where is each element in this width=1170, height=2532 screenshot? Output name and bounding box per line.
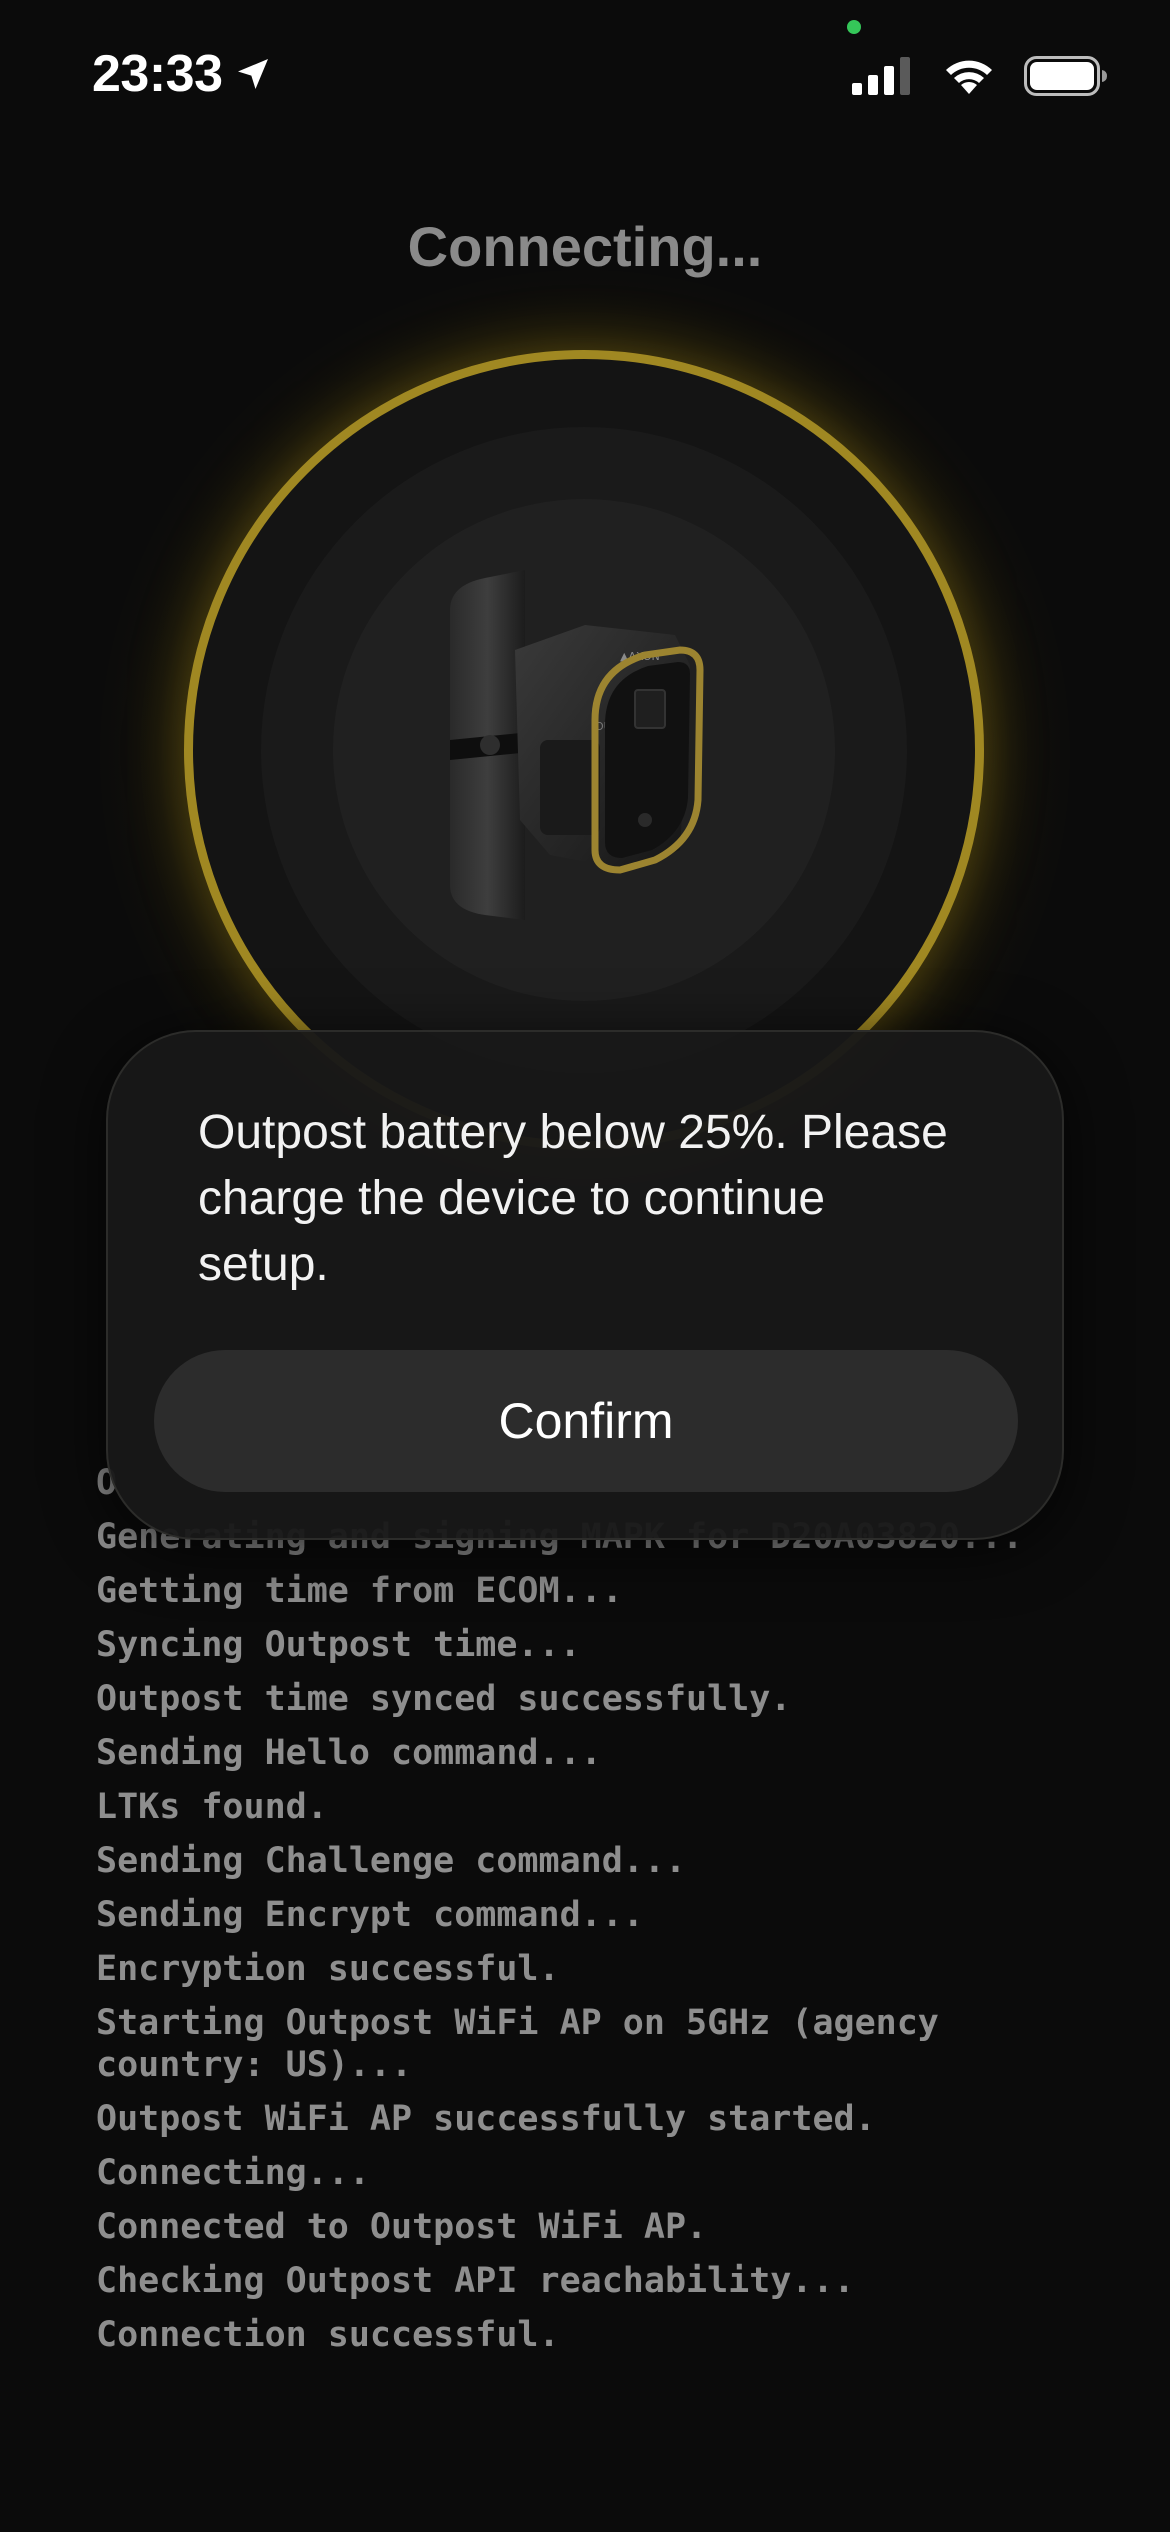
confirm-button[interactable]: Confirm xyxy=(154,1350,1018,1492)
status-bar: 23:33 xyxy=(0,0,1170,150)
log-line: Connected to Outpost WiFi AP. xyxy=(96,2207,708,2247)
log-line: Getting time from ECOM... xyxy=(96,1571,623,1611)
log-line: Outpost time synced successfully. xyxy=(96,1679,792,1719)
wifi-icon xyxy=(946,60,992,94)
location-arrow-icon xyxy=(237,59,268,89)
log-line: Sending Hello command... xyxy=(96,1733,602,1773)
log-line: LTKs found. xyxy=(96,1787,328,1827)
status-time: 23:33 xyxy=(92,44,273,104)
log-line: Sending Challenge command... xyxy=(96,1841,687,1881)
battery-icon xyxy=(1024,56,1107,96)
privacy-indicator-dot xyxy=(847,20,861,34)
log-line: Starting Outpost WiFi AP on 5GHz (agency… xyxy=(96,2003,960,2085)
log-line: Outpost WiFi AP successfully started. xyxy=(96,2099,876,2139)
log-line: Connecting... xyxy=(96,2153,370,2193)
connection-log: O Generating and signing MAPK for D20A03… xyxy=(96,1462,1096,2368)
log-line: Encryption successful. xyxy=(96,1949,560,1989)
status-time-text: 23:33 xyxy=(92,45,223,103)
outpost-camera-image: OUTPOST ▲AXON xyxy=(450,570,704,920)
log-line: Syncing Outpost time... xyxy=(96,1625,581,1665)
log-line: Sending Encrypt command... xyxy=(96,1895,644,1935)
battery-alert-dialog: Outpost battery below 25%. Please charge… xyxy=(106,1030,1064,1540)
alert-message: Outpost battery below 25%. Please charge… xyxy=(198,1106,948,1291)
cellular-signal-icon xyxy=(852,57,910,95)
log-line: Checking Outpost API reachability... xyxy=(96,2261,855,2301)
status-icons xyxy=(852,56,1108,96)
log-line: Connection successful. xyxy=(96,2315,560,2355)
